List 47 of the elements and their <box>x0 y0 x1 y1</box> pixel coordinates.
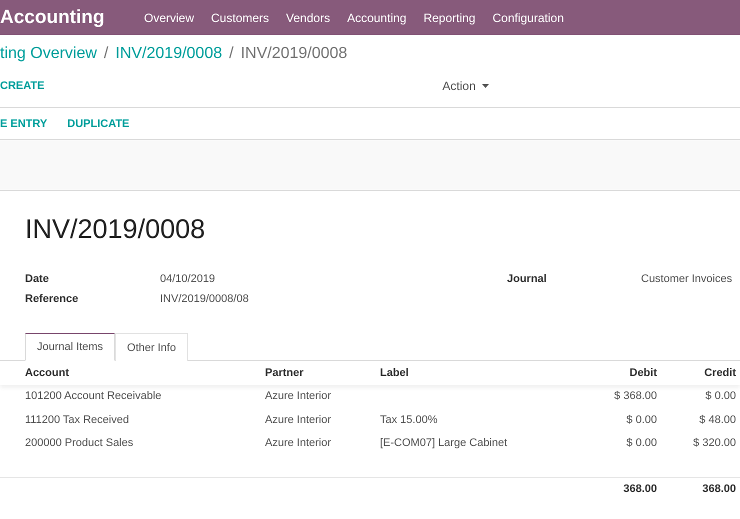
column-header: Credit <box>703 366 737 379</box>
table-cell-text: Azure Interior <box>265 437 332 450</box>
nav-menu-item[interactable]: Configuration <box>492 10 564 24</box>
table-cell-text: $ 0.00 <box>625 414 658 426</box>
total-cell-text: 368.00 <box>622 483 658 495</box>
table-cell-text: $ 368.00 <box>613 390 658 402</box>
tab[interactable]: Journal Items <box>25 333 116 361</box>
table-cell-text: 101200 Account Receivable <box>25 390 162 402</box>
breadcrumb-link[interactable]: ting Overview <box>0 45 97 67</box>
column-header: Debit <box>628 366 658 379</box>
table-cell-text: [E-COM07] Large Cabinet <box>380 437 508 450</box>
breadcrumb-link[interactable]: INV/2019/0008 <box>115 45 222 67</box>
nav-menu-item[interactable]: Vendors <box>286 10 330 24</box>
field-label: Reference <box>25 293 80 305</box>
toolbar-button[interactable]: E ENTRY <box>0 118 48 130</box>
app-title: Accounting <box>0 6 106 28</box>
table-cell-text: Azure Interior <box>265 414 332 426</box>
table-cell-text: $ 320.00 <box>692 437 737 450</box>
breadcrumb-separator: / <box>229 45 234 64</box>
table-cell-text: $ 0.00 <box>625 437 658 450</box>
column-header: Account <box>25 366 70 379</box>
caret-icon <box>482 84 489 88</box>
column-header: Partner <box>265 366 305 379</box>
nav-menu-item[interactable]: Accounting <box>347 10 406 24</box>
field-label: Date <box>25 273 50 285</box>
table-cell-text: 200000 Product Sales <box>25 437 134 450</box>
table-cell-text: $ 48.00 <box>698 414 737 426</box>
field-value: INV/2019/0008/08 <box>160 293 249 305</box>
nav-menu-item[interactable]: Overview <box>144 10 194 24</box>
field-value: Customer Invoices <box>641 273 732 285</box>
table-cell-text: Tax 15.00% <box>380 414 438 426</box>
table-cell-text: $ 0.00 <box>704 390 737 402</box>
toolbar-button[interactable]: DUPLICATE <box>67 118 130 130</box>
field-value: 04/10/2019 <box>160 273 216 285</box>
table-cell-text: 111200 Tax Received <box>25 414 130 426</box>
action-menu-button[interactable]: Action <box>442 79 489 93</box>
table-cell-text: Azure Interior <box>265 390 332 402</box>
breadcrumb-separator: / <box>104 45 108 64</box>
tab[interactable]: Other Info <box>115 333 188 361</box>
field-label: Journal <box>507 273 548 285</box>
column-header: Label <box>380 366 410 379</box>
nav-menu-item[interactable]: Reporting <box>423 10 476 24</box>
total-cell-text: 368.00 <box>701 483 737 495</box>
record-title: INV/2019/0008 <box>25 213 206 245</box>
nav-menu-item[interactable]: Customers <box>211 10 270 24</box>
create-button[interactable]: CREATE <box>0 80 44 92</box>
breadcrumb-current: INV/2019/0008 <box>240 45 348 64</box>
